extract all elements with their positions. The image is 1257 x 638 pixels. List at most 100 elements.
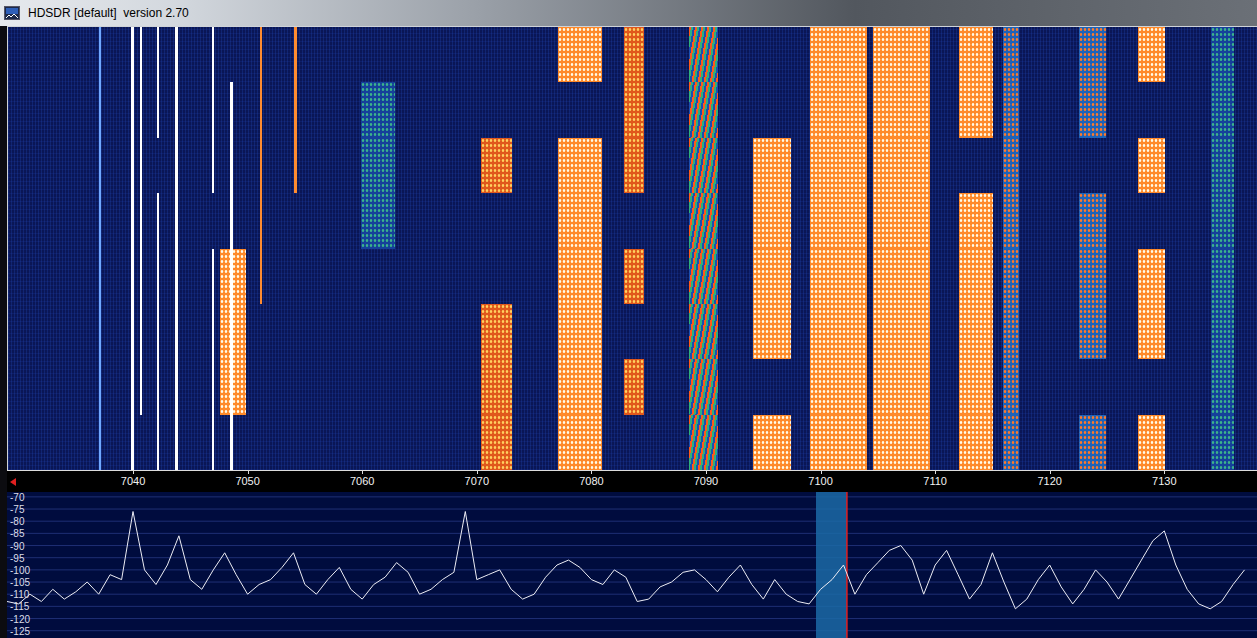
signal-band[interactable] [1079,27,1105,470]
signal-band[interactable] [1211,27,1234,470]
band-segment [1003,359,1019,414]
band-segment [212,304,214,359]
passband[interactable] [816,492,847,638]
band-segment [481,193,512,248]
band-intensity [220,27,246,470]
band-segment [1211,249,1234,304]
signal-band[interactable] [220,27,246,470]
band-segment [873,82,930,137]
signal-band[interactable] [175,27,177,470]
band-segment [140,304,142,359]
level-label: -115 [10,601,29,612]
band-segment [810,359,867,414]
band-segment [1211,415,1234,470]
band-intensity [753,27,791,470]
tuning-line[interactable] [846,492,848,638]
title-bar[interactable]: HDSDR [default] version 2.70 [0,0,1257,26]
band-segment [294,304,296,359]
band-segment [810,82,867,137]
band-segment [131,193,134,248]
grid-line [7,606,1257,607]
signal-band[interactable] [361,27,395,470]
spectrum[interactable]: -70-75-80-85-90-95-100-105-110-115-120-1… [7,492,1257,638]
level-label: -100 [10,564,30,575]
signal-band[interactable] [131,27,134,470]
signal-band[interactable] [212,27,214,470]
band-segment [753,359,791,414]
band-segment [230,415,232,470]
signal-band[interactable] [873,27,930,470]
signal-band[interactable] [689,27,719,470]
band-segment [361,138,395,193]
signal-band[interactable] [99,27,101,470]
band-segment [558,138,602,193]
signal-band[interactable] [959,27,993,470]
band-segment [260,27,262,82]
grid-line [7,582,1257,583]
band-segment [361,415,395,470]
signal-band[interactable] [624,27,643,470]
band-segment [230,359,232,414]
band-segment [99,304,101,359]
band-segment [157,304,159,359]
band-segment [294,82,296,137]
band-segment [1211,27,1234,82]
band-intensity [140,27,142,470]
signal-band[interactable] [810,27,867,470]
band-segment [689,138,719,193]
tick-mark [1164,471,1165,474]
signal-band[interactable] [481,27,512,470]
band-segment [361,249,395,304]
band-segment [959,138,993,193]
band-segment [558,249,602,304]
band-intensity [361,27,395,470]
tick-mark [133,471,134,474]
signal-band[interactable] [1138,27,1166,470]
band-intensity [1211,27,1234,470]
band-segment [753,138,791,193]
frequency-axis[interactable]: 7040705070607070708070907100711071207130 [7,470,1257,492]
band-segment [230,304,232,359]
band-segment [294,359,296,414]
level-label: -90 [10,540,24,551]
band-segment [1138,82,1166,137]
band-segment [558,304,602,359]
tick-mark [591,471,592,474]
signal-band[interactable] [157,27,159,470]
band-segment [959,415,993,470]
band-segment [810,304,867,359]
band-segment [558,193,602,248]
band-intensity [689,27,719,470]
band-segment [1138,138,1166,193]
level-label: -95 [10,552,24,563]
band-segment [157,415,159,470]
band-segment [1079,249,1105,304]
band-segment [99,359,101,414]
band-segment [873,193,930,248]
signal-band[interactable] [260,27,262,470]
signal-band[interactable] [230,27,232,470]
band-segment [753,193,791,248]
marker-icon[interactable] [10,478,16,486]
signal-band[interactable] [140,27,142,470]
band-segment [1079,415,1105,470]
band-segment [140,249,142,304]
waterfall[interactable] [7,26,1257,470]
signal-band[interactable] [1003,27,1019,470]
signal-band[interactable] [294,27,296,470]
band-segment [624,193,643,248]
level-label: -125 [10,625,30,636]
band-segment [1138,27,1166,82]
band-segment [212,138,214,193]
band-segment [140,82,142,137]
band-segment [157,138,159,193]
band-segment [212,193,214,248]
band-segment [810,249,867,304]
band-segment [624,249,643,304]
spectrum-plot[interactable] [7,492,1257,638]
band-segment [175,249,177,304]
band-segment [1003,138,1019,193]
signal-band[interactable] [558,27,602,470]
signal-band[interactable] [753,27,791,470]
band-segment [260,138,262,193]
